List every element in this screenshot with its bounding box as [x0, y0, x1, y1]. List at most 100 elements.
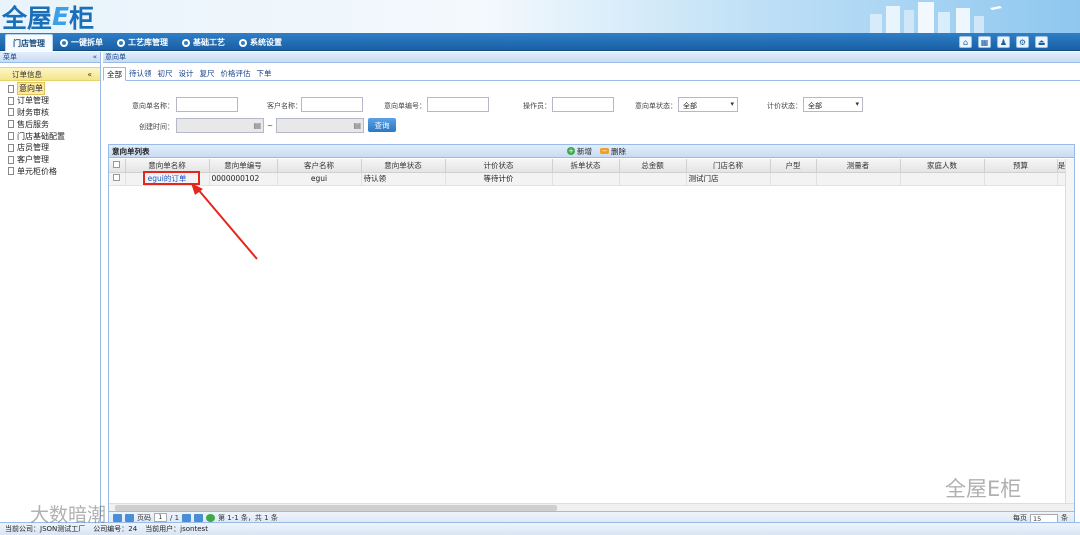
document-icon: [8, 108, 14, 117]
sidebar-item-customer-management[interactable]: 客户管理: [8, 154, 100, 166]
current-company: 当前公司：JSON测试工厂: [5, 525, 86, 533]
breadcrumb: 意向单: [103, 52, 1080, 63]
tab-remeasure[interactable]: 复尺: [197, 67, 218, 80]
order-name-input[interactable]: [176, 97, 238, 112]
nav-tab-process-library[interactable]: 工艺库管理: [110, 34, 175, 51]
created-end-input[interactable]: ▤: [276, 118, 364, 133]
column-header[interactable]: 意向单状态: [361, 159, 446, 173]
vertical-scrollbar[interactable]: [1065, 159, 1074, 503]
sidebar-item-staff-management[interactable]: 店员管理: [8, 142, 100, 154]
settings-circle-icon: [239, 38, 247, 47]
chevron-up-icon[interactable]: «: [87, 70, 92, 79]
tab-price-evaluation[interactable]: 价格评估: [218, 67, 254, 80]
customer-name-input[interactable]: [301, 97, 363, 112]
customer-name-label: 客户名称：: [267, 102, 302, 110]
document-icon: [8, 143, 14, 152]
table-cell: 测试门店: [686, 172, 771, 186]
calendar-icon[interactable]: ▦: [978, 36, 991, 48]
exit-icon[interactable]: ⏏: [1035, 36, 1048, 48]
record-info: 第 1-1 条，共 1 条: [218, 513, 278, 522]
check-icon: [117, 38, 125, 47]
tab-design[interactable]: 设计: [176, 67, 197, 80]
column-header[interactable]: 家庭人数: [900, 159, 985, 173]
document-icon: [8, 84, 14, 93]
next-page-icon[interactable]: [182, 513, 192, 522]
tab-initial-measure[interactable]: 初尺: [155, 67, 176, 80]
horizontal-scrollbar[interactable]: [109, 503, 1074, 511]
company-number: 公司编号：24: [93, 525, 138, 533]
top-banner: 全屋 E 柜: [0, 0, 1080, 33]
column-header[interactable]: 预算: [984, 159, 1058, 173]
table-cell: 等待计价: [445, 172, 553, 186]
created-start-input[interactable]: ▤: [176, 118, 264, 133]
refresh-icon[interactable]: [206, 513, 216, 522]
tab-pending-claim[interactable]: 待认领: [126, 67, 155, 80]
column-header[interactable]: 户型: [770, 159, 817, 173]
current-user: 当前用户：jsontest: [145, 525, 208, 533]
order-number-input[interactable]: [427, 97, 489, 112]
tab-all[interactable]: 全部: [103, 67, 126, 81]
search-form: 意向单名称： 客户名称： 意向单编号： 操作员： 意向单状态： 全部 计价状态：…: [108, 87, 1075, 135]
column-header[interactable]: 总金额: [619, 159, 687, 173]
price-status-label: 计价状态：: [767, 102, 802, 110]
last-page-icon[interactable]: [194, 513, 204, 522]
calendar-icon[interactable]: ▤: [353, 121, 361, 130]
minus-icon: −: [600, 147, 609, 155]
document-icon: [8, 155, 14, 164]
column-header[interactable]: 测量者: [816, 159, 901, 173]
column-header[interactable]: 意向单编号: [209, 159, 278, 173]
table-cell: [984, 172, 1058, 186]
sidebar-item-intent-order[interactable]: 意向单: [8, 82, 100, 96]
operator-input[interactable]: [552, 97, 614, 112]
delete-button[interactable]: − 删除: [600, 146, 626, 157]
nav-tab-one-click-split[interactable]: 一键拆单: [53, 34, 110, 51]
sidebar-item-store-config[interactable]: 门店基础配置: [8, 130, 100, 142]
row-checkbox[interactable]: [109, 172, 126, 186]
price-status-select[interactable]: 全部: [803, 97, 863, 112]
table-cell: 待认领: [361, 172, 446, 186]
gear-icon[interactable]: ⚙: [1016, 36, 1029, 48]
sidebar-item-after-sales[interactable]: 售后服务: [8, 118, 100, 130]
sidebar-item-cabinet-price[interactable]: 单元柜价格: [8, 166, 100, 178]
nav-tab-basic-process[interactable]: 基础工艺: [175, 34, 232, 51]
first-page-icon[interactable]: [113, 513, 122, 522]
created-time-label: 创建时间：: [139, 123, 174, 131]
check-icon: [60, 38, 68, 47]
column-header[interactable]: 客户名称: [277, 159, 362, 173]
user-icon[interactable]: ♟: [997, 36, 1010, 48]
page-input[interactable]: 1: [154, 513, 167, 522]
document-icon: [8, 96, 14, 105]
select-all-checkbox[interactable]: [109, 159, 126, 173]
column-header[interactable]: 拆单状态: [552, 159, 620, 173]
circle-icon: [182, 38, 190, 47]
main-nav: 门店管理 一键拆单 工艺库管理 基础工艺 系统设置 ⌂ ▦ ♟ ⚙ ⏏: [0, 33, 1080, 51]
table-cell: [900, 172, 985, 186]
app-logo: 全屋 E 柜: [2, 2, 95, 33]
status-bar: 当前公司：JSON测试工厂 公司编号：24 当前用户：jsontest: [0, 522, 1080, 535]
prev-page-icon[interactable]: [125, 513, 134, 522]
tab-place-order[interactable]: 下单: [254, 67, 275, 80]
sidebar: 菜单 « 订单信息 « 意向单 订单管理 财务审核 售后服务 门店基础配置 店员…: [0, 52, 101, 522]
calendar-icon[interactable]: ▤: [253, 121, 261, 130]
query-button[interactable]: 查询: [368, 118, 396, 132]
column-header[interactable]: 门店名称: [686, 159, 771, 173]
table-cell: [770, 172, 817, 186]
sidebar-group-order-info[interactable]: 订单信息 «: [0, 67, 100, 81]
table-cell: [816, 172, 901, 186]
grid-title: 意向单列表: [112, 146, 150, 156]
date-separator: ~: [267, 122, 273, 130]
order-grid: 意向单列表 + 新增 − 删除 意向单名称 意向单编号 客户名称 意向单状态 计…: [108, 144, 1075, 523]
home-icon[interactable]: ⌂: [959, 36, 972, 48]
nav-tab-system-settings[interactable]: 系统设置: [232, 34, 289, 51]
app-window: 全屋 E 柜 门店管理 一键拆单 工艺库管理 基础工艺 系统设置 ⌂ ▦ ♟ ⚙ ⏏: [0, 0, 1080, 535]
add-button[interactable]: + 新增: [567, 146, 592, 157]
collapse-sidebar-icon[interactable]: «: [93, 53, 97, 61]
sidebar-item-finance-review[interactable]: 财务审核: [8, 107, 100, 119]
order-status-select[interactable]: 全部: [678, 97, 738, 112]
order-name-label: 意向单名称：: [132, 102, 174, 110]
order-status-label: 意向单状态：: [635, 102, 677, 110]
sidebar-item-order-management[interactable]: 订单管理: [8, 95, 100, 107]
nav-tab-store-management[interactable]: 门店管理: [5, 34, 53, 51]
column-header[interactable]: 计价状态: [445, 159, 553, 173]
grid-header: 意向单列表 + 新增 − 删除: [109, 145, 1074, 158]
